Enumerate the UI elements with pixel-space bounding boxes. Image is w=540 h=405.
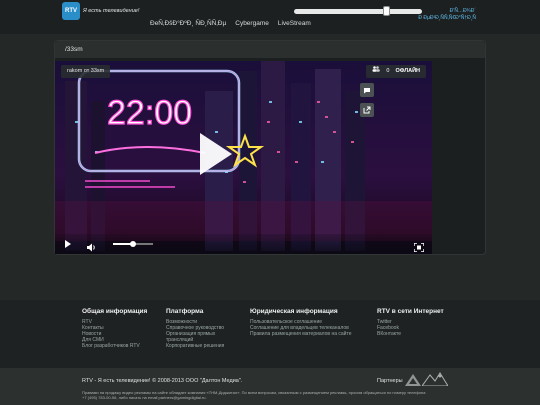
volume-knob[interactable] xyxy=(130,241,136,247)
top-slider-track[interactable] xyxy=(294,9,422,14)
rtv-logo[interactable]: RTV xyxy=(62,2,80,20)
offline-status: ОФЛАЙН xyxy=(395,68,420,74)
footer-column-legal: Юридическая информация Пользовательское … xyxy=(250,308,352,337)
play-button[interactable] xyxy=(65,240,71,248)
fine-print-line-2: +7 (495) 783-00-56, либо писать на email… xyxy=(82,395,207,400)
partner-logo-mountains-icon[interactable] xyxy=(421,372,449,391)
user-links: Ð’Ñ…Ð¾Ð´ Ð ÐµÐ³Ð¸ÑÑ‚Ñ€Ð°Ñ†Ð¸Ñ xyxy=(418,8,476,22)
footer-column-title: Юридическая информация xyxy=(250,308,338,315)
neon-clock-text: 22:00 xyxy=(107,94,192,132)
popout-icon[interactable] xyxy=(360,103,374,117)
login-link[interactable]: Ð’Ñ…Ð¾Ð´ xyxy=(418,8,476,15)
channel-title: /33sm xyxy=(55,41,485,58)
status-badge: 0 ОФЛАЙН xyxy=(366,65,426,78)
footer-column-title: Платформа xyxy=(166,308,204,315)
video-player[interactable]: 22:00 rakom от 33sm 0 ОФЛАЙН xyxy=(55,61,432,254)
footer-link[interactable]: Корпоративные решения xyxy=(166,343,224,349)
nav-item-cybergame[interactable]: Cybergame xyxy=(235,20,269,27)
chat-icon[interactable] xyxy=(360,83,374,97)
vkontakte-link[interactable]: ВКонтакте xyxy=(377,331,444,337)
viewers-count: 0 xyxy=(386,68,390,74)
top-slider-knob[interactable] xyxy=(383,6,391,16)
neon-clock-overlay: 22:00 xyxy=(106,93,192,132)
footer-column-social: RTV в сети Интернет Twitter Facebook ВКо… xyxy=(377,308,444,337)
player-controls xyxy=(55,234,432,254)
site-slogan: Я есть телевидение! xyxy=(83,8,140,14)
footer-link[interactable]: Правила размещения материалов на сайте xyxy=(250,331,352,337)
partner-logo-triangle-icon[interactable] xyxy=(405,373,421,391)
main-nav: ÐeÑ‚ÐšÐ°ÐºÐ¸ ÑÐ¸ÑÑ‚Ðµ Cybergame LiveStre… xyxy=(150,20,311,27)
footer-column-title: Общая информация xyxy=(82,308,148,315)
footer-link[interactable]: Блог разработчиков RTV xyxy=(82,343,147,349)
footer-column-title: RTV в сети Интернет xyxy=(377,308,444,315)
play-overlay-icon[interactable] xyxy=(200,133,232,175)
channel-panel: /33sm 22:00 rakom от 33sm 0 ОФЛАЙН xyxy=(54,40,486,255)
nav-item-livestream[interactable]: LiveStream xyxy=(278,20,311,27)
volume-icon[interactable] xyxy=(87,239,97,254)
partners-label: Партнеры xyxy=(377,378,403,384)
register-link[interactable]: Ð ÐµÐ³Ð¸ÑÑ‚Ñ€Ð°Ñ†Ð¸Ñ xyxy=(418,15,476,22)
author-badge[interactable]: rakom от 33sm xyxy=(61,65,111,78)
advertising-fine-print: Правами на продажу видео рекламы на сайт… xyxy=(82,390,442,400)
footer-column-platform: Платформа Возможности Справочное руковод… xyxy=(166,308,224,349)
nav-item-1[interactable]: ÐeÑ‚ÐšÐ°ÐºÐ¸ ÑÐ¸ÑÑ‚Ðµ xyxy=(150,20,226,27)
viewers-icon xyxy=(372,65,381,78)
footer-column-general: Общая информация RTV Контакты Новости Дл… xyxy=(82,308,148,349)
copyright-text: RTV - Я есть телевидение! © 2008-2013 ОО… xyxy=(82,378,243,384)
fullscreen-icon[interactable] xyxy=(413,239,425,254)
